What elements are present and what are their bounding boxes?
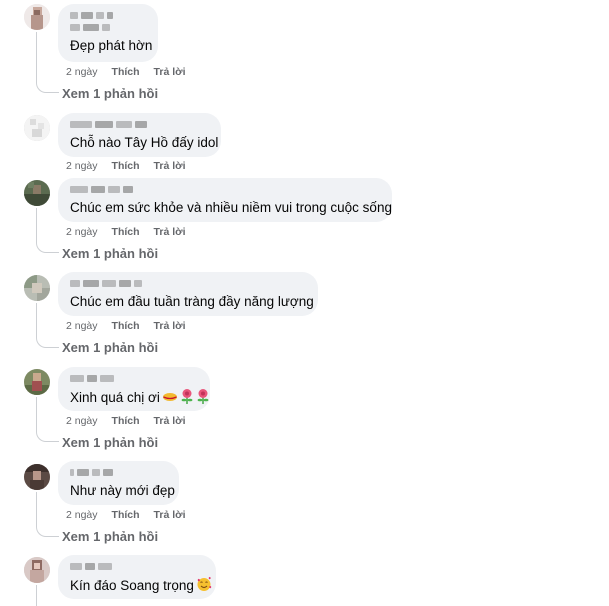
reply-button[interactable]: Trả lời bbox=[154, 226, 186, 238]
thread-connector bbox=[36, 492, 59, 537]
author-name-redacted[interactable] bbox=[70, 11, 146, 20]
author-name-redacted[interactable] bbox=[70, 562, 204, 571]
avatar[interactable] bbox=[24, 557, 50, 583]
like-button[interactable]: Thích bbox=[112, 160, 140, 172]
comment-bubble: Chúc em sức khỏe và nhiều niềm vui trong… bbox=[58, 178, 392, 222]
comment-thread: Đẹp phát hờn 2 ngày Thích Trả lời Xem 1 ph… bbox=[0, 0, 609, 606]
avatar[interactable] bbox=[24, 115, 50, 141]
view-replies-link[interactable]: Xem 1 phản hồi bbox=[62, 529, 158, 544]
comment-text: Như này mới đẹp bbox=[70, 483, 175, 498]
comment-text: Đẹp phát hờn bbox=[70, 38, 153, 53]
view-replies-link[interactable]: Xem 1 phản hồi bbox=[62, 340, 158, 355]
comment-bubble: Xinh quá chị ơi bbox=[58, 367, 210, 411]
reply-button[interactable]: Trả lời bbox=[154, 415, 186, 427]
like-button[interactable]: Thích bbox=[112, 66, 140, 78]
thread-connector bbox=[36, 303, 59, 348]
comment-bubble: Kín đáo Soang trọng bbox=[58, 555, 216, 599]
comment-actions: 2 ngày Thích Trả lời bbox=[66, 160, 200, 172]
comment-time[interactable]: 2 ngày bbox=[66, 415, 98, 427]
author-name-redacted[interactable] bbox=[70, 468, 167, 477]
reply-button[interactable]: Trả lời bbox=[154, 509, 186, 521]
like-button[interactable]: Thích bbox=[112, 320, 140, 332]
lips-emoji bbox=[162, 390, 178, 409]
author-name-redacted[interactable] bbox=[70, 185, 380, 194]
comment-time[interactable]: 2 ngày bbox=[66, 509, 98, 521]
like-button[interactable]: Thích bbox=[112, 415, 140, 427]
comment-bubble: Chúc em đầu tuần tràng đầy năng lượng bbox=[58, 272, 318, 316]
author-name-redacted[interactable] bbox=[70, 120, 209, 129]
thread-connector bbox=[36, 397, 59, 442]
comment-bubble: Như này mới đẹp bbox=[58, 461, 179, 505]
comment-time[interactable]: 2 ngày bbox=[66, 226, 98, 238]
comment-text-body: Xinh quá chị ơi bbox=[70, 390, 160, 405]
reply-button[interactable]: Trả lời bbox=[154, 66, 186, 78]
smiling-face-with-hearts-emoji bbox=[196, 576, 212, 597]
view-replies-link[interactable]: Xem 1 phản hồi bbox=[62, 435, 158, 450]
view-replies-link[interactable]: Xem 1 phản hồi bbox=[62, 246, 158, 261]
reply-button[interactable]: Trả lời bbox=[154, 320, 186, 332]
comment-actions: 2 ngày Thích Trả lời bbox=[66, 320, 200, 332]
comment-actions: 2 ngày Thích Trả lời bbox=[66, 66, 200, 78]
comment-actions: 2 ngày Thích Trả lời bbox=[66, 509, 200, 521]
thread-connector bbox=[36, 208, 59, 253]
comment-text: Chỗ nào Tây Hồ đấy idol bbox=[70, 135, 219, 150]
comment-text: Xinh quá chị ơi bbox=[70, 388, 209, 409]
flower-emoji bbox=[180, 388, 194, 409]
avatar[interactable] bbox=[24, 369, 50, 395]
comment-bubble: Chỗ nào Tây Hồ đấy idol bbox=[58, 113, 221, 157]
avatar[interactable] bbox=[24, 464, 50, 490]
comment-time[interactable]: 2 ngày bbox=[66, 160, 98, 172]
comment-bubble: Đẹp phát hờn bbox=[58, 4, 158, 62]
author-subline-redacted bbox=[70, 23, 146, 32]
comment-time[interactable]: 2 ngày bbox=[66, 66, 98, 78]
avatar[interactable] bbox=[24, 180, 50, 206]
comment-text-body: Kín đáo Soang trọng bbox=[70, 578, 194, 593]
comment-text: Kín đáo Soang trọng bbox=[70, 576, 212, 597]
view-replies-link[interactable]: Xem 1 phản hồi bbox=[62, 86, 158, 101]
reply-button[interactable]: Trả lời bbox=[154, 160, 186, 172]
comment-text: Chúc em đầu tuần tràng đầy năng lượng bbox=[70, 294, 314, 309]
like-button[interactable]: Thích bbox=[112, 226, 140, 238]
avatar[interactable] bbox=[24, 275, 50, 301]
author-name-redacted[interactable] bbox=[70, 279, 306, 288]
thread-connector bbox=[36, 32, 59, 93]
comment-text: Chúc em sức khỏe và nhiều niềm vui trong… bbox=[70, 200, 392, 215]
comment-actions: 2 ngày Thích Trả lời bbox=[66, 415, 200, 427]
thread-connector bbox=[36, 585, 59, 606]
flower-emoji bbox=[196, 388, 210, 409]
comment-time[interactable]: 2 ngày bbox=[66, 320, 98, 332]
comment-actions: 2 ngày Thích Trả lời bbox=[66, 226, 200, 238]
avatar[interactable] bbox=[24, 4, 50, 30]
like-button[interactable]: Thích bbox=[112, 509, 140, 521]
author-name-redacted[interactable] bbox=[70, 374, 198, 383]
